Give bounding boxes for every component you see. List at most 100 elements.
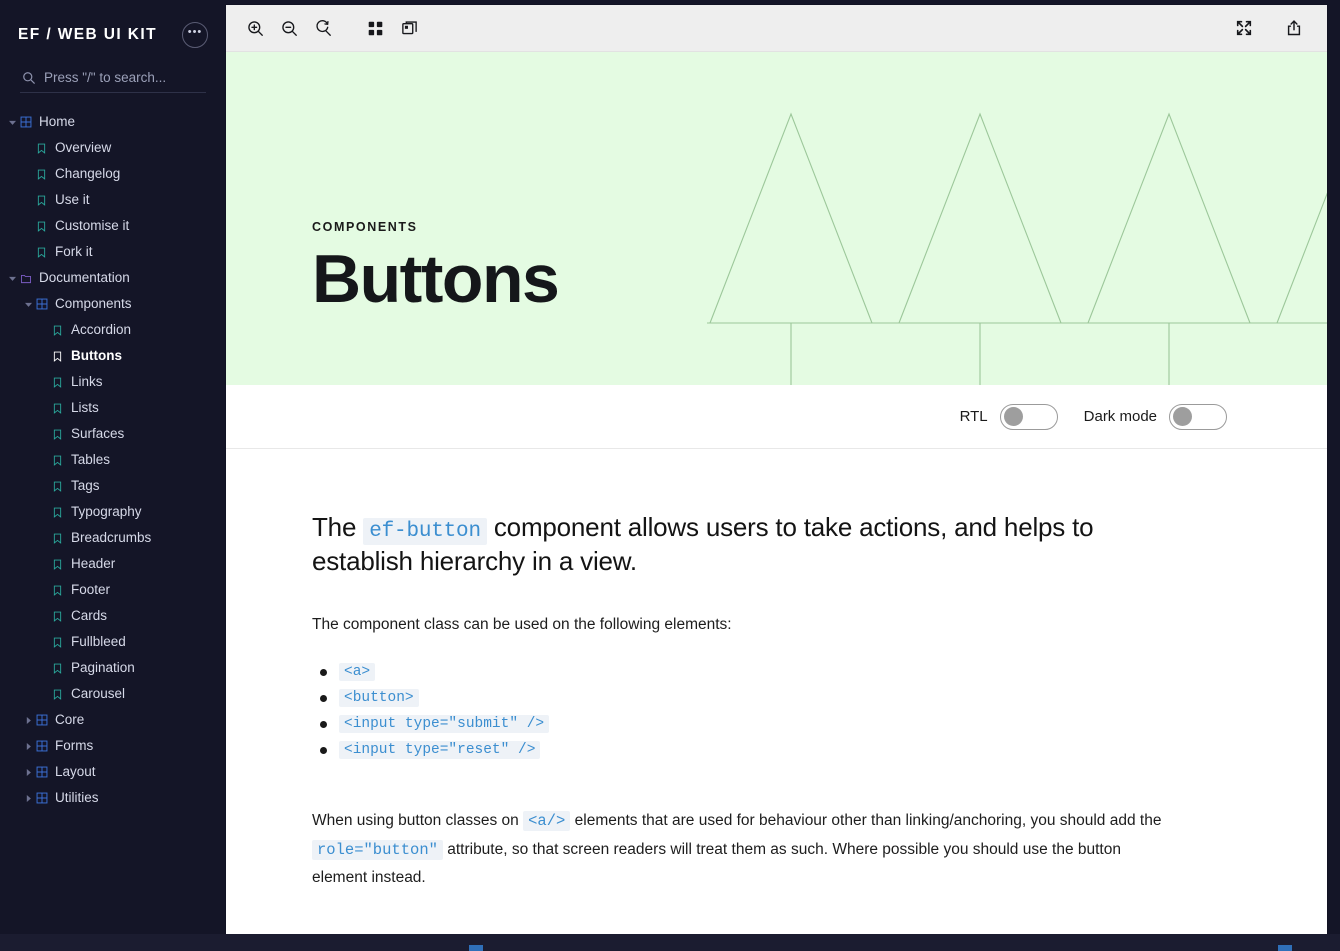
sidebar-item-fork-it[interactable]: Fork it [0,239,226,265]
lede-paragraph: The ef-button component allows users to … [312,511,1122,579]
sidebar-item-typography[interactable]: Typography [0,499,226,525]
zoom-in-icon[interactable] [238,11,272,45]
share-icon[interactable] [1277,11,1311,45]
scroll-marker[interactable] [1278,945,1292,951]
elements-list: <a> <button> <input type="submit" /> <input… [312,659,1241,763]
bookmark-icon [34,168,49,181]
sidebar-item-footer[interactable]: Footer [0,577,226,603]
fullscreen-icon[interactable] [1227,11,1261,45]
sidebar-item-label: Fork it [55,244,93,260]
sidebar-item-use-it[interactable]: Use it [0,187,226,213]
sidebar-item-accordion[interactable]: Accordion [0,317,226,343]
sidebar-item-surfaces[interactable]: Surfaces [0,421,226,447]
grid-icon [34,766,49,778]
sidebar-item-label: Overview [55,140,112,156]
search-icon [22,71,36,85]
sidebar-item-documentation[interactable]: Documentation [0,265,226,291]
sidebar-item-lists[interactable]: Lists [0,395,226,421]
sidebar-item-changelog[interactable]: Changelog [0,161,226,187]
chevron-right-icon[interactable] [22,716,34,724]
bookmark-icon [34,194,49,207]
sidebar-item-label: Home [39,114,76,130]
sidebar-item-label: Carousel [71,686,126,702]
brand-title: EF / WEB UI KIT [18,26,157,43]
sidebar-item-label: Customise it [55,218,130,234]
dark-mode-toggle[interactable] [1169,403,1227,430]
bookmark-icon [50,350,65,363]
sidebar-item-forms[interactable]: Forms [0,733,226,759]
sidebar-item-label: Header [71,556,116,572]
search-input[interactable] [44,70,206,85]
bookmark-icon [50,610,65,623]
sidebar-item-tables[interactable]: Tables [0,447,226,473]
bookmark-icon [50,428,65,441]
list-bullet [320,694,327,702]
lede-pre: The [312,512,364,542]
bookmark-icon [50,584,65,597]
app-root: EF / WEB UI KIT ••• Home Overview Changelo… [0,0,1340,951]
sidebar-item-carousel[interactable]: Carousel [0,681,226,707]
bookmark-icon [50,662,65,675]
sidebar-item-label: Changelog [55,166,121,182]
lede-code: ef-button [363,518,487,545]
chevron-right-icon[interactable] [22,768,34,776]
sidebar-item-label: Typography [71,504,142,520]
sidebar-item-label: Footer [71,582,111,598]
bookmark-icon [34,246,49,259]
rtl-toggle-knob [1003,407,1023,426]
toolbar-right-group [1227,11,1311,45]
grid-view-icon[interactable] [358,11,392,45]
sidebar-item-cards[interactable]: Cards [0,603,226,629]
sidebar-item-home[interactable]: Home [0,109,226,135]
zoom-out-icon[interactable] [272,11,306,45]
bookmark-icon [34,220,49,233]
sidebar-tree: Home Overview Changelog Use it Customise it F… [0,109,226,811]
sidebar-item-label: Tags [71,478,100,494]
sidebar-item-core[interactable]: Core [0,707,226,733]
list-bullet [320,668,327,676]
sidebar-item-pagination[interactable]: Pagination [0,655,226,681]
sidebar-item-label: Utilities [55,790,99,806]
sidebar-item-header[interactable]: Header [0,551,226,577]
element-code: <button> [339,689,419,708]
bookmark-icon [50,454,65,467]
chevron-right-icon[interactable] [22,794,34,802]
sidebar-item-label: Core [55,712,85,728]
more-options-icon[interactable]: ••• [182,22,208,48]
sidebar-item-buttons[interactable]: Buttons [0,343,226,369]
chevron-right-icon[interactable] [22,742,34,750]
dark-mode-label: Dark mode [1083,408,1157,425]
zoom-reset-icon[interactable] [306,11,340,45]
note-part1: When using button classes on [312,812,524,830]
sidebar-item-label: Cards [71,608,108,624]
sidebar-item-layout[interactable]: Layout [0,759,226,785]
chevron-down-icon[interactable] [6,119,18,126]
sidebar-item-links[interactable]: Links [0,369,226,395]
page-title: Buttons [312,241,560,317]
grid-icon [34,792,49,804]
sidebar-item-utilities[interactable]: Utilities [0,785,226,811]
rtl-toggle[interactable] [999,403,1058,430]
sidebar-item-overview[interactable]: Overview [0,135,226,161]
bottom-status-strip [0,934,1340,951]
sidebar-item-fullbleed[interactable]: Fullbleed [0,629,226,655]
preview-controls: RTL Dark mode [226,385,1327,449]
scroll-marker[interactable] [469,945,483,951]
dark-mode-toggle-knob [1173,407,1192,426]
panels-icon[interactable] [392,11,426,45]
chevron-down-icon[interactable] [22,301,34,308]
sidebar-item-label: Layout [55,764,96,780]
list-bullet [320,746,327,754]
sidebar-item-label: Breadcrumbs [71,530,152,546]
list-item: <input type="reset" /> [312,737,1241,763]
chevron-down-icon[interactable] [6,275,18,282]
sidebar-item-customise-it[interactable]: Customise it [0,213,226,239]
bookmark-icon [50,376,65,389]
sidebar-item-breadcrumbs[interactable]: Breadcrumbs [0,525,226,551]
search-field[interactable] [20,70,206,93]
sidebar-item-tags[interactable]: Tags [0,473,226,499]
bookmark-icon [50,688,65,701]
sidebar-item-components[interactable]: Components [0,291,226,317]
note-code-anchor: <a/> [523,811,571,832]
grid-icon [18,116,33,128]
